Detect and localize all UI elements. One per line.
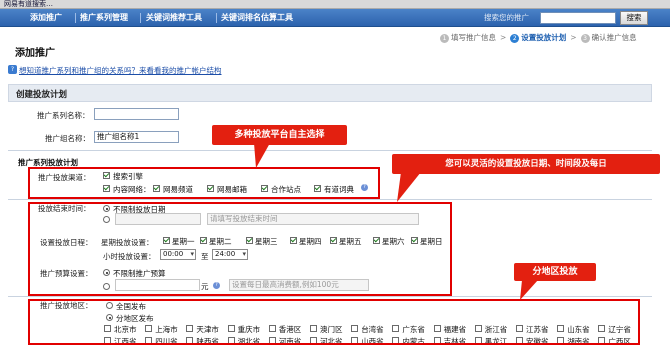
divider bbox=[8, 150, 652, 151]
callout-region-tail bbox=[520, 280, 538, 300]
group-name-input[interactable]: 推广组名称1 bbox=[94, 131, 179, 143]
nav-separator bbox=[75, 13, 76, 23]
nav-add-promotion[interactable]: 添加推广 bbox=[30, 9, 62, 27]
account-structure-help-link[interactable]: 想知道推广系列和推广组的关系吗？来看看我的推广帐户结构 bbox=[19, 65, 222, 76]
section-title: 创建投放计划 bbox=[16, 90, 68, 100]
region-highlight-box bbox=[28, 299, 640, 345]
section-header bbox=[8, 84, 652, 102]
step-number-icon: 2 bbox=[510, 33, 520, 43]
page-title: 添加推广 bbox=[15, 48, 55, 59]
schedule-highlight-box bbox=[28, 202, 452, 296]
nav-rank-estimate-tool[interactable]: 关键词排名估算工具 bbox=[221, 9, 293, 27]
browser-title: 网易有道搜索… bbox=[4, 0, 53, 8]
divider bbox=[8, 199, 652, 200]
callout-region: 分地区投放 bbox=[514, 263, 596, 281]
step-number-icon: 3 bbox=[580, 33, 590, 43]
callout-channels-tail bbox=[254, 143, 270, 168]
help-book-icon: ? bbox=[8, 65, 17, 74]
nav-search-button[interactable]: 搜索 bbox=[620, 11, 648, 25]
nav-separator bbox=[216, 13, 217, 23]
nav-search-input[interactable] bbox=[540, 12, 616, 24]
nav-series-management[interactable]: 推广系列管理 bbox=[80, 9, 128, 27]
nav-keyword-tool[interactable]: 关键词推荐工具 bbox=[146, 9, 202, 27]
step-arrow-icon: > bbox=[570, 33, 577, 42]
top-nav-bar: 添加推广 推广系列管理 关键词推荐工具 关键词排名估算工具 搜索您的推广 搜索 bbox=[0, 9, 670, 27]
browser-title-bar: 网易有道搜索… bbox=[0, 0, 670, 9]
step-arrow-icon: > bbox=[500, 33, 507, 42]
nav-separator bbox=[140, 13, 141, 23]
step-label-active: 设置投放计划 bbox=[521, 33, 567, 42]
step-number-icon: 1 bbox=[440, 33, 449, 43]
divider bbox=[8, 296, 652, 297]
group-name-label: 推广组名称： bbox=[45, 134, 90, 143]
channel-highlight-box bbox=[28, 167, 380, 199]
step-label: 确认推广信息 bbox=[591, 33, 637, 42]
callout-channels: 多种投放平台自主选择 bbox=[212, 125, 347, 145]
series-name-label: 推广系列名称： bbox=[37, 111, 90, 120]
series-name-input[interactable] bbox=[94, 108, 179, 120]
callout-schedule-tail bbox=[397, 172, 421, 202]
step-label: 填写推广信息 bbox=[451, 33, 496, 42]
callout-schedule: 您可以灵活的设置投放日期、时间段及每日 bbox=[392, 154, 660, 174]
progress-steps: 1 填写推广信息 >2 设置投放计划 >3 确认推广信息 bbox=[440, 32, 637, 44]
